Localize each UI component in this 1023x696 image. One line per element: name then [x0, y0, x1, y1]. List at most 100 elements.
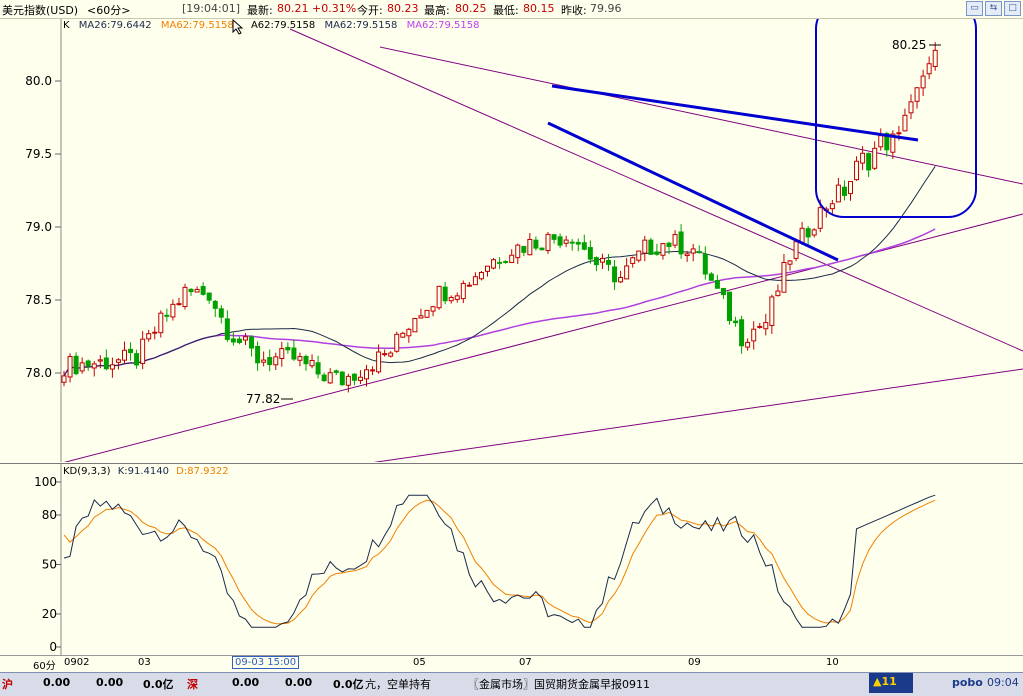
candle-body [273, 356, 279, 366]
candle-body [606, 259, 611, 265]
candle-body [297, 356, 303, 361]
candle-body [339, 371, 345, 386]
candle-body [91, 363, 97, 369]
candle-body [835, 184, 841, 203]
candle-body [533, 239, 539, 249]
candle-body [230, 338, 236, 343]
candle-body [382, 353, 388, 356]
prev-close-value: 79.96 [590, 2, 622, 15]
switch-icon[interactable]: ⇆ [985, 1, 1002, 16]
candle-body [418, 315, 424, 319]
wedge-lower-line [547, 121, 839, 262]
time-label-05: 05 [413, 657, 426, 668]
candle-body [491, 259, 497, 269]
candle-body [212, 300, 218, 309]
kd-indicator-panel[interactable]: KD(9,3,3) K:91.4140 D:87.9322 100 80 50 20 0 [0, 463, 1023, 655]
trend-line [289, 28, 1023, 352]
candle-body [146, 333, 152, 340]
alert-badge[interactable]: ▲11 [869, 673, 913, 693]
candle-body [690, 248, 696, 254]
candle-body [587, 247, 593, 260]
candle-body [636, 250, 642, 261]
open-value: 80.23 [387, 2, 419, 15]
candle-body [763, 322, 769, 330]
candle-body [315, 362, 321, 375]
news-headline[interactable]: 〖金属市场〗国贸期货金属早报0911 [468, 676, 650, 692]
candle-body [351, 373, 357, 381]
candle-body [67, 356, 73, 378]
cursor-time-label: 09-03 15:00 [232, 656, 300, 669]
candle-body [702, 254, 708, 275]
candle-body [811, 229, 817, 236]
candle-body [654, 251, 660, 255]
price-tick-label: 79.5 [25, 147, 52, 161]
time-label-07: 07 [519, 657, 532, 668]
kd-tick-label: 0 [49, 640, 57, 654]
candle-body [618, 276, 624, 283]
price-chart-panel[interactable]: K MA26:79.6442 MA62:79.5158 A62:79.5158 … [0, 19, 1023, 462]
candle-body [866, 153, 872, 171]
candle-body [593, 257, 599, 266]
trend-lines [63, 28, 1023, 462]
candle-body [745, 341, 751, 348]
shenzhen-value-2: 0.00 [285, 676, 313, 689]
candle-body [841, 186, 847, 196]
candle-body [775, 290, 781, 297]
candle-body [200, 286, 206, 295]
candle-body [158, 312, 164, 334]
candle-body [575, 241, 581, 245]
maximize-icon[interactable]: □ [1004, 1, 1021, 16]
candle-body [787, 260, 793, 265]
candle-body [400, 332, 406, 338]
status-bar: 沪 0.00 0.00 0.0亿 深 0.00 0.00 0.0亿 亢，空单持有… [0, 672, 1023, 696]
candle-body [684, 253, 690, 257]
low-value: 80.15 [523, 2, 555, 15]
candle-body [539, 247, 545, 251]
candle-body [115, 359, 121, 363]
mouse-cursor-icon [232, 19, 244, 35]
kd-tick-label: 100 [34, 475, 57, 489]
trend-line [373, 368, 1023, 462]
candle-body [648, 239, 654, 255]
high-value: 80.25 [455, 2, 487, 15]
candle-body [442, 286, 448, 302]
candle-body [103, 357, 109, 370]
high-annotation: 80.25 [892, 38, 926, 52]
time-label-10: 10 [826, 657, 839, 668]
candle-body [194, 288, 200, 293]
candle-body [412, 317, 418, 333]
candle-body [364, 369, 369, 380]
candle-body [454, 295, 460, 300]
candle-body [672, 234, 678, 246]
quote-time: [19:04:01] [182, 2, 240, 15]
candle-body [527, 238, 533, 256]
candle-body [394, 333, 400, 352]
shanghai-volume: 0.0亿 [143, 678, 174, 691]
kd-chart[interactable]: 100 80 50 20 0 [0, 464, 1023, 655]
price-tick-label: 79.0 [25, 220, 52, 234]
candle-body [630, 257, 636, 264]
candle-body [733, 320, 739, 324]
candle-body [436, 285, 442, 309]
period-indicator: 60分 [33, 661, 56, 672]
candle-body [720, 287, 726, 296]
candle-body [122, 349, 127, 361]
shenzhen-label: 深 [187, 678, 198, 691]
kd-tick-label: 80 [42, 508, 57, 522]
restore-icon[interactable]: ▭ [966, 1, 983, 16]
low-label: 最低: [493, 4, 519, 17]
candle-body [509, 254, 515, 264]
candle-body [854, 160, 860, 181]
candle-body [551, 234, 557, 240]
candle-body [109, 364, 115, 370]
candle-body [279, 348, 285, 360]
price-chart[interactable]: 80.0 79.5 79.0 78.5 78.0 80.25 77.82 [0, 19, 1023, 462]
candle-body [61, 375, 67, 383]
low-annotation: 77.82 [246, 392, 280, 406]
time-label-09: 09 [688, 657, 701, 668]
candle-body [460, 282, 466, 300]
kd-k-line [63, 494, 936, 628]
candle-body [243, 336, 248, 341]
shenzhen-volume: 0.0亿 [333, 678, 364, 691]
news-ticker[interactable]: 亢，空单持有 [365, 676, 431, 692]
